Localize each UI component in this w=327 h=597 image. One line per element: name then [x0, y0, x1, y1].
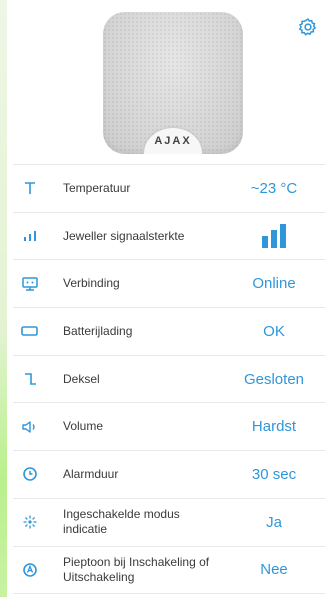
- row-value: 30 sec: [251, 465, 297, 483]
- settings-button[interactable]: [297, 16, 319, 38]
- row-lid: Deksel Gesloten: [13, 356, 325, 404]
- row-value: Gesloten: [243, 370, 305, 388]
- signal-strength-icon: [21, 227, 39, 245]
- signal-bars: [229, 224, 319, 249]
- device-header: AJAX: [7, 0, 327, 164]
- signal-bar: [271, 230, 277, 249]
- row-temperature: Temperatuur ~23 °C: [13, 165, 325, 213]
- battery-icon: [21, 322, 39, 340]
- row-label: Volume: [63, 419, 104, 434]
- signal-bars-graphic: [262, 224, 286, 249]
- left-edge-decoration: [0, 0, 7, 597]
- row-value: ~23 °C: [250, 179, 298, 197]
- row-value: Ja: [266, 513, 282, 531]
- armed-mode-icon: [21, 513, 39, 531]
- beep-icon: [21, 561, 39, 579]
- connection-icon: [21, 275, 39, 293]
- row-label: Temperatuur: [63, 180, 131, 195]
- row-volume: Volume Hardst: [13, 403, 325, 452]
- row-alarm-duration: Alarmduur 30 sec: [13, 451, 325, 499]
- row-signal-strength: Jeweller signaalsterkte: [13, 213, 325, 261]
- device-image: AJAX: [103, 12, 243, 154]
- row-value: Nee: [260, 561, 288, 579]
- row-label: Deksel: [63, 371, 100, 386]
- row-label: Batterijlading: [63, 323, 133, 338]
- volume-icon: [21, 418, 39, 436]
- row-value: OK: [263, 322, 285, 340]
- signal-bar: [262, 236, 268, 249]
- row-arm-disarm-beep: Pieptoon bij Inschakeling of Uitschakeli…: [13, 547, 325, 595]
- gear-icon: [298, 18, 317, 36]
- lid-icon: [21, 370, 39, 388]
- temperature-icon: [21, 179, 39, 197]
- row-connection: Verbinding Online: [13, 260, 325, 309]
- row-value: Online: [252, 275, 296, 293]
- row-label: Pieptoon bij Inschakeling of Uitschakeli…: [63, 554, 210, 584]
- clock-icon: [21, 465, 39, 483]
- signal-bar: [280, 224, 286, 249]
- row-battery: Batterijlading OK: [13, 308, 325, 356]
- row-value: Hardst: [251, 418, 297, 436]
- device-properties-list: Temperatuur ~23 °C Jeweller signaalsterk…: [13, 164, 325, 595]
- row-label: Alarmduur: [63, 466, 119, 481]
- row-label: Ingeschakelde modus indicatie: [63, 507, 180, 537]
- row-label: Verbinding: [63, 276, 120, 291]
- row-label: Jeweller signaalsterkte: [63, 228, 185, 243]
- row-armed-mode-indication: Ingeschakelde modus indicatie Ja: [13, 499, 325, 547]
